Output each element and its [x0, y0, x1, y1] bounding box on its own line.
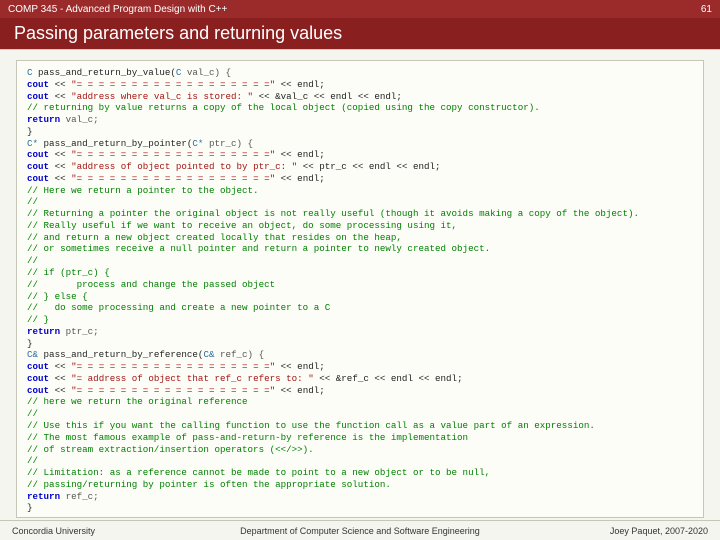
token: "= = = = = = = = = = = = = = = = = ="	[71, 79, 275, 90]
footer-center: Department of Computer Science and Softw…	[0, 526, 720, 536]
topbar: COMP 345 - Advanced Program Design with …	[0, 0, 720, 18]
token: return	[27, 491, 60, 502]
token: << &ref_c << endl << endl;	[314, 373, 463, 384]
token: // if (ptr_c) {	[27, 267, 110, 278]
token: // passing/returning by pointer is often…	[27, 479, 391, 490]
token: "= = = = = = = = = = = = = = = = = ="	[71, 149, 275, 160]
footer: Concordia University Department of Compu…	[0, 520, 720, 540]
token: "= address of object that ref_c refers t…	[71, 373, 314, 384]
token: "= = = = = = = = = = = = = = = = = ="	[71, 385, 275, 396]
token: val_c) {	[181, 67, 231, 78]
token: ref_c;	[60, 491, 99, 502]
token: "address where val_c is stored: "	[71, 91, 253, 102]
token: <<	[49, 385, 71, 396]
token: //	[27, 196, 38, 207]
token: <<	[49, 173, 71, 184]
token: << endl;	[275, 361, 325, 372]
token: cout	[27, 79, 49, 90]
token: "= = = = = = = = = = = = = = = = = ="	[71, 361, 275, 372]
token: // The most famous example of pass-and-r…	[27, 432, 468, 443]
token: // do some processing and create a new p…	[27, 302, 330, 313]
token: //	[27, 455, 38, 466]
token: cout	[27, 161, 49, 172]
token: << &val_c << endl << endl;	[253, 91, 402, 102]
token: // process and change the passed object	[27, 279, 275, 290]
code-content: C pass_and_return_by_value(C val_c) { co…	[27, 67, 693, 514]
token: pass_and_return_by_value(	[33, 67, 176, 78]
token: C*	[192, 138, 203, 149]
token: // Use this if you want the calling func…	[27, 420, 595, 431]
token: cout	[27, 91, 49, 102]
token: << endl;	[275, 79, 325, 90]
token: ptr_c) {	[203, 138, 253, 149]
token: // Here we return a pointer to the objec…	[27, 185, 259, 196]
token: return	[27, 114, 60, 125]
token: // Limitation: as a reference cannot be …	[27, 467, 490, 478]
token: // returning by value returns a copy of …	[27, 102, 540, 113]
token: ptr_c;	[60, 326, 99, 337]
token: cout	[27, 173, 49, 184]
token: // or sometimes receive a null pointer a…	[27, 243, 490, 254]
token: ref_c) {	[214, 349, 264, 360]
token: <<	[49, 373, 71, 384]
token: cout	[27, 385, 49, 396]
token: //	[27, 408, 38, 419]
token: //	[27, 255, 38, 266]
token: }	[27, 338, 33, 349]
token: // and return a new object created local…	[27, 232, 402, 243]
token: <<	[49, 149, 71, 160]
token: val_c;	[60, 114, 99, 125]
code-block: C pass_and_return_by_value(C val_c) { co…	[16, 60, 704, 518]
token: cout	[27, 373, 49, 384]
token: }	[27, 126, 33, 137]
token: // of stream extraction/insertion operat…	[27, 444, 314, 455]
token: C*	[27, 138, 38, 149]
token: <<	[49, 79, 71, 90]
token: pass_and_return_by_pointer(	[38, 138, 192, 149]
token: << endl;	[275, 149, 325, 160]
token: << endl;	[275, 173, 325, 184]
token: // Returning a pointer the original obje…	[27, 208, 639, 219]
token: // } else {	[27, 291, 88, 302]
course-label: COMP 345 - Advanced Program Design with …	[8, 4, 227, 15]
token: cout	[27, 149, 49, 160]
slide-title: Passing parameters and returning values	[14, 23, 342, 44]
token: "= = = = = = = = = = = = = = = = = ="	[71, 173, 275, 184]
token: << ptr_c << endl << endl;	[297, 161, 440, 172]
token: "address of object pointed to by ptr_c: …	[71, 161, 297, 172]
token: C&	[27, 349, 38, 360]
token: <<	[49, 361, 71, 372]
token: cout	[27, 361, 49, 372]
token: // }	[27, 314, 49, 325]
token: << endl;	[275, 385, 325, 396]
token: // Really useful if we want to receive a…	[27, 220, 457, 231]
page-number: 61	[701, 4, 712, 15]
token: <<	[49, 161, 71, 172]
token: C&	[203, 349, 214, 360]
token: <<	[49, 91, 71, 102]
token: }	[27, 502, 33, 513]
token: // here we return the original reference	[27, 396, 248, 407]
slide-title-bar: Passing parameters and returning values	[0, 18, 720, 50]
token: pass_and_return_by_reference(	[38, 349, 203, 360]
token: return	[27, 326, 60, 337]
